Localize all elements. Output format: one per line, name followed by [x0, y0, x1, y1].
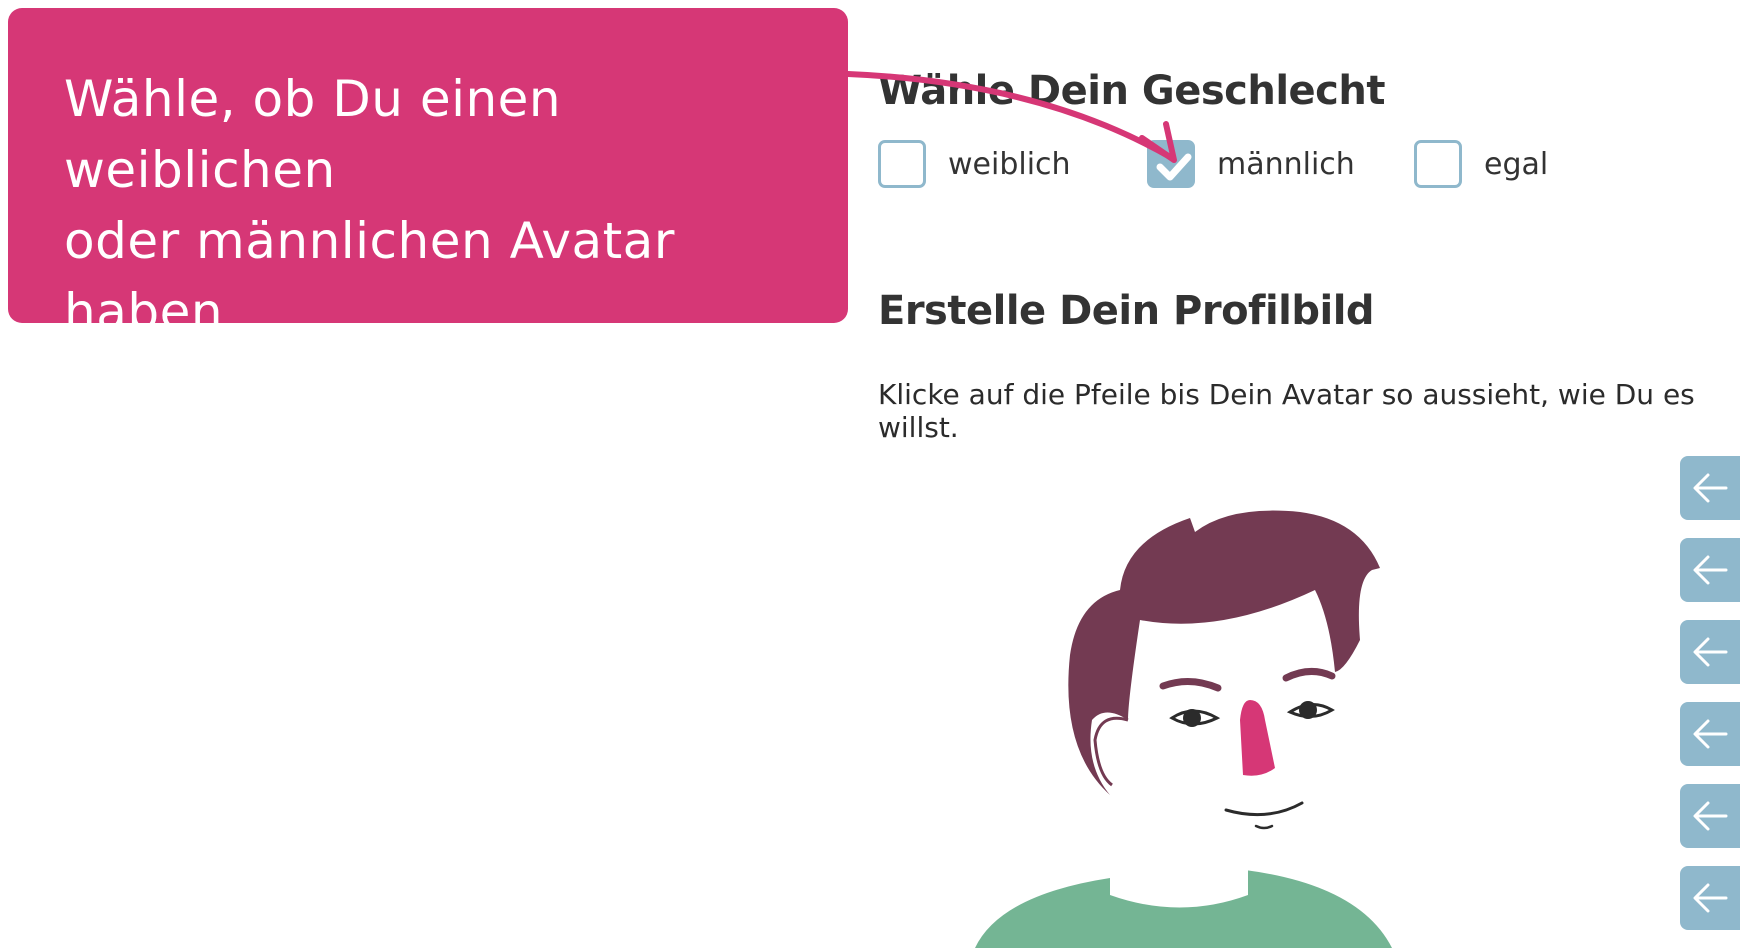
- arrow-left-icon: [1693, 801, 1728, 831]
- gender-option-maennlich[interactable]: männlich: [1147, 136, 1355, 192]
- gender-option-egal[interactable]: egal: [1414, 136, 1548, 192]
- hint-line-1: Wähle, ob Du einen weiblichen: [64, 70, 562, 199]
- label-weiblich: weiblich: [948, 146, 1071, 182]
- arrow-left-icon: [1693, 555, 1728, 585]
- avatar-prev-button-4[interactable]: [1680, 702, 1740, 766]
- gender-heading: Wähle Dein Geschlecht: [878, 68, 1385, 114]
- avatar-illustration: [975, 510, 1392, 948]
- avatar-prev-button-3[interactable]: [1680, 620, 1740, 684]
- hint-tooltip-text: Wähle, ob Du einen weiblichen oder männl…: [64, 64, 808, 419]
- checkbox-weiblich[interactable]: [878, 140, 926, 188]
- arrow-left-icon: [1693, 719, 1728, 749]
- checkbox-egal[interactable]: [1414, 140, 1462, 188]
- avatar-prev-button-2[interactable]: [1680, 538, 1740, 602]
- hint-line-2: oder männlichen Avatar haben: [64, 212, 675, 341]
- hint-line-3: möchtest.: [64, 354, 319, 412]
- avatar-prev-button-5[interactable]: [1680, 784, 1740, 848]
- arrow-left-icon: [1693, 883, 1728, 913]
- label-maennlich: männlich: [1217, 146, 1355, 182]
- arrow-left-icon: [1693, 637, 1728, 667]
- checkbox-maennlich[interactable]: [1147, 140, 1195, 188]
- hint-tooltip: Wähle, ob Du einen weiblichen oder männl…: [8, 8, 848, 412]
- arrow-left-icon: [1693, 473, 1728, 503]
- profile-heading: Erstelle Dein Profilbild: [878, 288, 1375, 334]
- avatar-prev-button-1[interactable]: [1680, 456, 1740, 520]
- label-egal: egal: [1484, 146, 1549, 182]
- checkmark-icon: [1156, 153, 1192, 181]
- profile-instruction: Klicke auf die Pfeile bis Dein Avatar so…: [878, 378, 1695, 444]
- avatar-prev-button-6[interactable]: [1680, 866, 1740, 930]
- gender-option-weiblich[interactable]: weiblich: [878, 136, 1071, 192]
